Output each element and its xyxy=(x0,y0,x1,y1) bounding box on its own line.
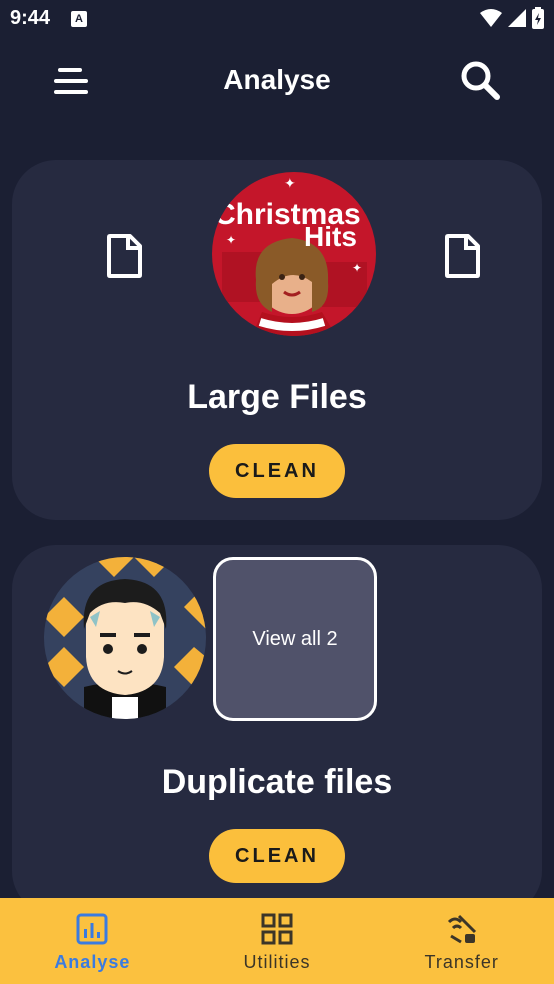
thumbnail-image: Christmas Hits ✦ ✦ ✦ xyxy=(212,172,376,336)
grid-icon xyxy=(261,913,293,945)
thumbnail-text-line2: Hits xyxy=(304,221,357,252)
clean-button[interactable]: CLEAN xyxy=(209,829,345,883)
status-icons xyxy=(480,7,544,29)
transfer-icon xyxy=(447,914,476,944)
nav-label: Transfer xyxy=(424,952,499,972)
app-bar: Analyse xyxy=(0,42,554,122)
card-title: Large Files xyxy=(187,378,367,416)
large-file-thumbnail[interactable]: Christmas Hits ✦ ✦ ✦ xyxy=(212,172,376,336)
view-all-button[interactable]: View all 2 xyxy=(213,557,377,721)
nav-item-utilities[interactable]: Utilities xyxy=(185,898,370,984)
avatar-image xyxy=(44,557,206,719)
nav-label: Analyse xyxy=(54,952,131,972)
analytics-icon xyxy=(76,913,108,945)
a-icon: A xyxy=(71,11,87,27)
battery-icon xyxy=(532,7,544,29)
nav-label: Utilities xyxy=(243,952,311,972)
wifi-icon xyxy=(480,9,502,27)
nav-item-analyse[interactable]: Analyse xyxy=(0,898,185,984)
bottom-navigation: Analyse Utilities Transfer xyxy=(0,898,554,984)
svg-text:✦: ✦ xyxy=(226,233,236,247)
status-time: 9:44 xyxy=(10,7,51,29)
status-bar: 9:44 A xyxy=(0,0,554,38)
view-all-label: View all 2 xyxy=(252,627,338,650)
signal-icon xyxy=(508,9,526,27)
duplicate-file-thumbnail[interactable] xyxy=(44,557,206,719)
large-files-card: Christmas Hits ✦ ✦ ✦ Large Files CLEAN xyxy=(12,160,542,520)
duplicate-files-card: View all 2 Duplicate files CLEAN xyxy=(12,545,542,915)
file-icon xyxy=(107,234,142,278)
nav-item-transfer[interactable]: Transfer xyxy=(369,898,554,984)
svg-text:✦: ✦ xyxy=(284,175,296,191)
svg-text:✦: ✦ xyxy=(352,261,362,275)
card-title: Duplicate files xyxy=(161,763,393,801)
file-icon xyxy=(445,234,480,278)
search-icon[interactable] xyxy=(458,58,502,102)
clean-button[interactable]: CLEAN xyxy=(209,444,345,498)
